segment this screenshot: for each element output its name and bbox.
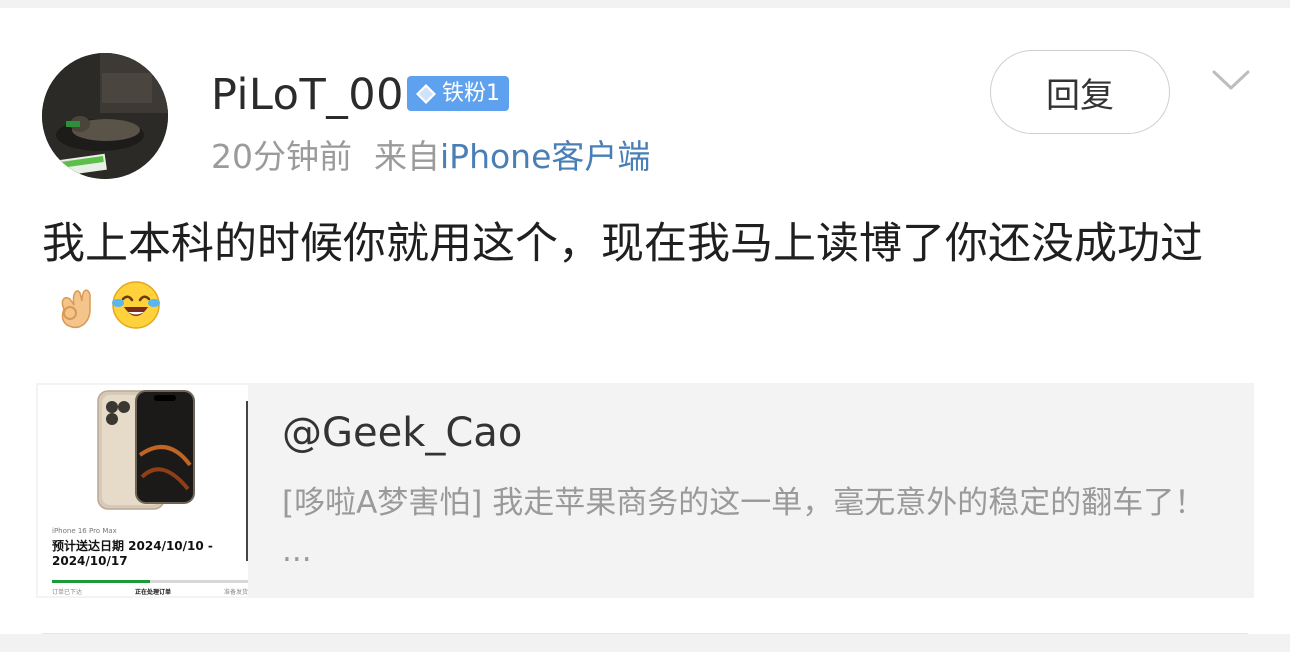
top-separator: [0, 0, 1290, 8]
order-step-active: 正在处理订单: [134, 589, 171, 596]
chevron-down-icon[interactable]: [1210, 66, 1252, 96]
comment-body: 我上本科的时候你就用这个，现在我马上读博了你还没成功过: [42, 214, 1252, 336]
timestamp: 20分钟前: [211, 137, 352, 176]
laughing-crying-emoji-icon: [112, 281, 160, 329]
bottom-separator: [0, 634, 1290, 652]
fan-badge-label: 铁粉1: [442, 81, 500, 106]
comment-text: 我上本科的时候你就用这个，现在我马上读博了你还没成功过: [42, 219, 1203, 269]
quoted-text: [哆啦A梦害怕] 我走苹果商务的这一单，毫无意外的稳定的翻车了！ ...: [282, 485, 1206, 569]
username[interactable]: PiLoT_00: [211, 70, 404, 120]
comment-meta: 20分钟前 来自iPhone客户端: [211, 135, 650, 179]
quoted-author[interactable]: @Geek_Cao: [282, 407, 522, 459]
diamond-icon: [416, 83, 436, 104]
quoted-post-thumbnail[interactable]: iPhone 16 Pro Max 预计送达日期 2024/10/10 - 20…: [38, 385, 248, 596]
ok-hand-emoji-icon: [61, 289, 91, 329]
order-step: 准备发货: [223, 589, 248, 596]
delivery-date: 预计送达日期 2024/10/10 - 2024/10/17: [52, 539, 213, 568]
order-steps: 订单已下达 正在处理订单 准备发货: [52, 587, 248, 596]
source-prefix: 来自: [374, 137, 440, 176]
quoted-post-card[interactable]: iPhone 16 Pro Max 预计送达日期 2024/10/10 - 20…: [36, 383, 1254, 598]
order-step: 订单已下达: [52, 589, 83, 596]
source-link[interactable]: iPhone客户端: [440, 137, 650, 176]
product-model: iPhone 16 Pro Max: [52, 527, 117, 535]
fan-badge[interactable]: 铁粉1: [407, 76, 509, 111]
order-progress-fill: [52, 580, 150, 583]
reply-button[interactable]: 回复: [990, 50, 1170, 134]
order-progress-bar: [52, 580, 248, 583]
iphone-product-image: [97, 390, 195, 510]
avatar[interactable]: [42, 53, 168, 179]
thumbnail-scrollbar: [246, 401, 248, 561]
